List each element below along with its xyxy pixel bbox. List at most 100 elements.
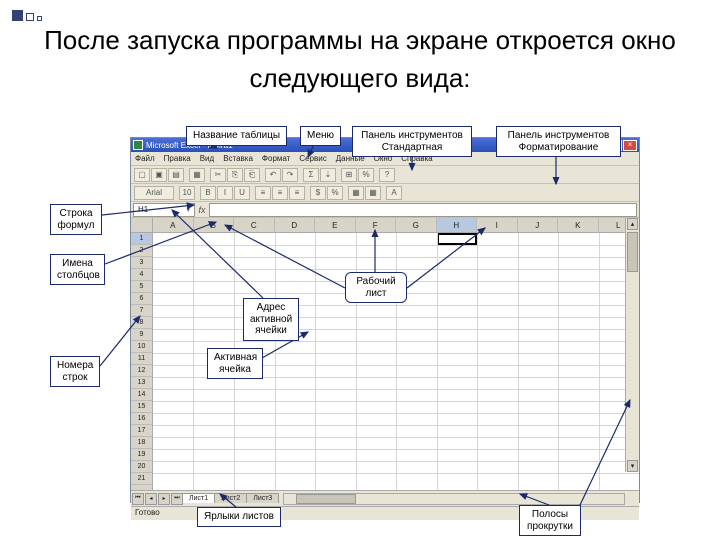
row-header[interactable]: 1: [131, 233, 152, 245]
toolbar-button[interactable]: ?: [379, 168, 395, 182]
toolbar-button[interactable]: %: [327, 186, 343, 200]
toolbar-button[interactable]: ▤: [168, 168, 184, 182]
row-header[interactable]: 3: [131, 257, 152, 269]
toolbar-button[interactable]: ▦: [365, 186, 381, 200]
row-header[interactable]: 12: [131, 365, 152, 377]
menu-item[interactable]: Вставка: [223, 154, 253, 163]
row-header[interactable]: 6: [131, 293, 152, 305]
row-header[interactable]: 7: [131, 305, 152, 317]
sheet-tab[interactable]: Лист2: [214, 493, 247, 503]
row-header[interactable]: 19: [131, 449, 152, 461]
toolbar-button[interactable]: ⇣: [320, 168, 336, 182]
toolbar-standard[interactable]: ▢▣▤ ▦ ✂⎘⎗ ↶↷ Σ⇣ ⊞%?: [131, 166, 639, 184]
row-header[interactable]: 4: [131, 269, 152, 281]
sheet-nav-first-icon[interactable]: ⏮: [132, 493, 144, 505]
row-header[interactable]: 15: [131, 401, 152, 413]
column-header[interactable]: F: [356, 218, 397, 232]
row-header[interactable]: 17: [131, 425, 152, 437]
column-header[interactable]: H: [437, 218, 478, 232]
active-cell[interactable]: [437, 233, 477, 245]
toolbar-button[interactable]: ⎗: [244, 168, 260, 182]
hscroll-thumb[interactable]: [296, 494, 356, 504]
toolbar-button[interactable]: 10: [179, 186, 195, 200]
toolbar-button[interactable]: Arial: [134, 186, 174, 200]
callout-cell-address: Адрес активной ячейки: [243, 298, 299, 341]
row-header[interactable]: 9: [131, 329, 152, 341]
toolbar-button[interactable]: $: [310, 186, 326, 200]
toolbar-button[interactable]: ↶: [265, 168, 281, 182]
menu-item[interactable]: Вид: [200, 154, 214, 163]
toolbar-button[interactable]: ≡: [289, 186, 305, 200]
row-header[interactable]: 10: [131, 341, 152, 353]
scroll-up-icon[interactable]: ▴: [627, 218, 638, 230]
row-header[interactable]: 20: [131, 461, 152, 473]
excel-window: Microsoft Excel - Книга1 _ □ × ФайлПравк…: [130, 137, 640, 503]
sheet-tab-strip[interactable]: ⏮ ◂ ▸ ⏭ Лист1Лист2Лист3: [131, 491, 279, 506]
row-headers[interactable]: 123456789101112131415161718192021: [131, 233, 153, 490]
excel-icon: [133, 140, 143, 150]
name-box-value: H1: [138, 205, 148, 214]
select-all-corner[interactable]: [131, 218, 153, 232]
chevron-down-icon[interactable]: ▾: [186, 206, 190, 214]
row-header[interactable]: 11: [131, 353, 152, 365]
callout-active-cell: Активная ячейка: [207, 348, 263, 379]
toolbar-button[interactable]: ✂: [210, 168, 226, 182]
horizontal-scrollbar[interactable]: [283, 493, 625, 505]
column-header[interactable]: I: [477, 218, 518, 232]
row-header[interactable]: 2: [131, 245, 152, 257]
column-header[interactable]: A: [153, 218, 194, 232]
toolbar-button[interactable]: ▦: [348, 186, 364, 200]
column-header[interactable]: D: [275, 218, 316, 232]
menu-item[interactable]: Формат: [262, 154, 290, 163]
slide-corner-decoration: [12, 10, 50, 28]
toolbar-button[interactable]: ↷: [282, 168, 298, 182]
column-header[interactable]: B: [194, 218, 235, 232]
callout-column-names: Имена столбцов: [50, 254, 105, 285]
column-header[interactable]: G: [396, 218, 437, 232]
toolbar-button[interactable]: ≡: [272, 186, 288, 200]
row-header[interactable]: 16: [131, 413, 152, 425]
toolbar-button[interactable]: ▦: [189, 168, 205, 182]
callout-formula-bar: Строка формул: [50, 204, 102, 235]
formula-bar[interactable]: [209, 203, 637, 217]
sheet-tab[interactable]: Лист1: [182, 493, 215, 503]
row-header[interactable]: 5: [131, 281, 152, 293]
column-header[interactable]: C: [234, 218, 275, 232]
column-header[interactable]: K: [558, 218, 599, 232]
toolbar-button[interactable]: ⊞: [341, 168, 357, 182]
row-header[interactable]: 21: [131, 473, 152, 485]
toolbar-button[interactable]: ⎘: [227, 168, 243, 182]
toolbar-button[interactable]: U: [234, 186, 250, 200]
scroll-down-icon[interactable]: ▾: [627, 460, 638, 472]
row-header[interactable]: 13: [131, 377, 152, 389]
fx-icon[interactable]: fx: [195, 205, 209, 215]
toolbar-formatting[interactable]: Arial10BIU≡≡≡$%▦▦A: [131, 184, 639, 202]
column-headers[interactable]: ABCDEFGHIJKL: [131, 218, 639, 233]
vscroll-thumb[interactable]: [627, 232, 638, 272]
toolbar-button[interactable]: A: [386, 186, 402, 200]
toolbar-button[interactable]: ≡: [255, 186, 271, 200]
sheet-tab[interactable]: Лист3: [246, 493, 279, 503]
toolbar-button[interactable]: Σ: [303, 168, 319, 182]
toolbar-button[interactable]: I: [217, 186, 233, 200]
callout-menu: Меню: [300, 126, 341, 146]
menu-item[interactable]: Файл: [135, 154, 155, 163]
column-header[interactable]: E: [315, 218, 356, 232]
row-header[interactable]: 18: [131, 437, 152, 449]
callout-toolbar-fmt: Панель инструментов Форматирование: [496, 126, 621, 157]
row-header[interactable]: 8: [131, 317, 152, 329]
name-box[interactable]: H1 ▾: [133, 203, 195, 217]
menu-item[interactable]: Правка: [164, 154, 191, 163]
toolbar-button[interactable]: ▣: [151, 168, 167, 182]
toolbar-button[interactable]: %: [358, 168, 374, 182]
toolbar-button[interactable]: ▢: [134, 168, 150, 182]
callout-toolbar-std: Панель инструментов Стандартная: [352, 126, 472, 157]
vertical-scrollbar[interactable]: ▴ ▾: [625, 218, 639, 472]
sheet-nav-prev-icon[interactable]: ◂: [145, 493, 157, 505]
close-button[interactable]: ×: [623, 140, 637, 151]
column-header[interactable]: J: [518, 218, 559, 232]
row-header[interactable]: 14: [131, 389, 152, 401]
toolbar-button[interactable]: B: [200, 186, 216, 200]
menu-item[interactable]: Сервис: [299, 154, 326, 163]
sheet-nav-next-icon[interactable]: ▸: [158, 493, 170, 505]
